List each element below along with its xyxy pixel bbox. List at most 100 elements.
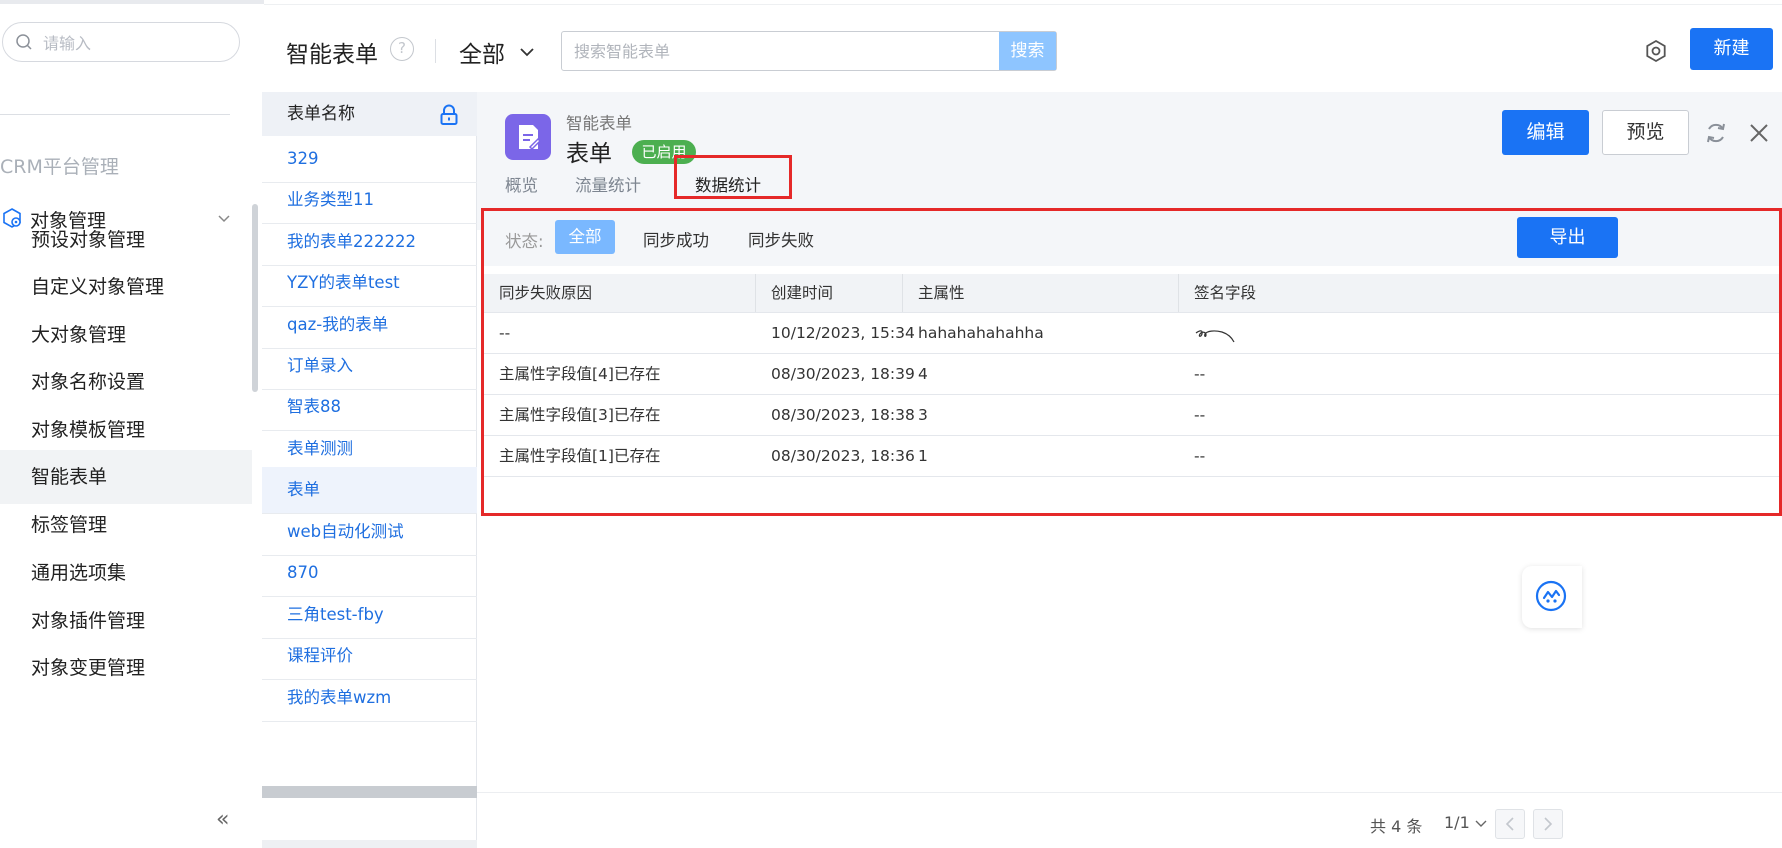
form-list-item[interactable]: 我的表单222222 [262, 219, 477, 266]
sidebar-item[interactable]: 大对象管理 [0, 308, 252, 362]
preview-button[interactable]: 预览 [1602, 110, 1689, 155]
form-list-footer [262, 840, 477, 848]
cell-main-attr: 4 [918, 365, 928, 383]
cell-main-attr: hahahahahahha [918, 324, 1044, 342]
help-icon[interactable]: ? [390, 37, 414, 61]
column-header[interactable]: 创建时间 [756, 274, 903, 312]
assistant-icon [1535, 580, 1567, 612]
pagination-total: 共 4 条 [1370, 817, 1423, 836]
search-icon [16, 34, 32, 50]
sidebar-item[interactable]: 对象名称设置 [0, 355, 252, 409]
table-row[interactable]: -- 10/12/2023, 15:34 hahahahahahha [484, 313, 1779, 354]
sidebar-divider [0, 114, 230, 115]
prev-page-button[interactable] [1495, 809, 1525, 839]
chevron-down-icon [520, 48, 534, 57]
refresh-icon[interactable] [1703, 120, 1729, 146]
scope-dropdown-value: 全部 [459, 42, 505, 68]
scope-dropdown[interactable]: 全部 [459, 35, 537, 69]
page-select[interactable]: 1/1 [1444, 813, 1488, 832]
cell-reason: 主属性字段值[1]已存在 [499, 447, 661, 465]
form-list-scrollbar[interactable] [262, 786, 477, 798]
form-list-item[interactable]: 表单测测 [262, 426, 477, 473]
assistant-float-button[interactable] [1522, 566, 1582, 628]
tab-traffic-stats[interactable]: 流量统计 [575, 172, 641, 208]
form-list-item[interactable]: web自动化测试 [262, 509, 477, 556]
status-filter-bar: 状态: 全部 同步成功 同步失败 导出 [484, 211, 1779, 266]
cell-signature: -- [1194, 447, 1206, 465]
cell-main-attr: 3 [918, 406, 928, 424]
cell-created: 10/12/2023, 15:34 [771, 324, 915, 342]
form-list-item[interactable]: 业务类型11 [262, 177, 477, 224]
sidebar: 请输入 CRM平台管理 对象管理 预设对象管理 自定义对象管理 大对象管理 对象… [0, 0, 264, 848]
table-row[interactable]: 主属性字段值[1]已存在 08/30/2023, 18:36 1 -- [484, 436, 1779, 477]
page-title: 智能表单 [286, 42, 378, 68]
chevron-down-icon [1475, 820, 1487, 827]
settings-icon[interactable] [1643, 38, 1669, 64]
cell-signature [1179, 313, 1779, 353]
sidebar-item[interactable]: 自定义对象管理 [0, 260, 252, 314]
sidebar-item[interactable]: 对象变更管理 [0, 641, 252, 695]
chevron-left-icon [1505, 817, 1514, 831]
collapse-sidebar-button[interactable]: « [216, 809, 236, 831]
tab-overview[interactable]: 概览 [505, 172, 538, 208]
form-list-item[interactable]: qaz-我的表单 [262, 302, 477, 349]
column-header[interactable]: 签名字段 [1179, 274, 1779, 312]
form-document-icon [505, 114, 551, 160]
sidebar-item[interactable]: 预设对象管理 [0, 213, 252, 267]
cell-created: 08/30/2023, 18:39 [771, 365, 915, 383]
sidebar-search-placeholder: 请输入 [43, 34, 92, 53]
sidebar-scrollbar[interactable] [252, 204, 258, 392]
form-list-item-active[interactable]: 表单 [262, 467, 477, 514]
cell-signature: -- [1194, 406, 1206, 424]
table-header-row: 同步失败原因 创建时间 主属性 签名字段 [484, 274, 1779, 313]
cell-main-attr: 1 [918, 447, 928, 465]
form-list-item[interactable]: 智表88 [262, 384, 477, 431]
form-name: 表单 [566, 141, 612, 167]
new-form-button[interactable]: 新建 [1690, 28, 1773, 70]
tab-highlight-box [674, 155, 792, 199]
search-button[interactable]: 搜索 [999, 32, 1056, 70]
form-type-label: 智能表单 [566, 114, 632, 133]
column-header[interactable]: 同步失败原因 [484, 274, 756, 312]
cell-reason: 主属性字段值[3]已存在 [499, 406, 661, 424]
sidebar-item[interactable]: 通用选项集 [0, 546, 252, 600]
sidebar-item-active[interactable]: 智能表单 [0, 450, 252, 504]
column-header[interactable]: 主属性 [903, 274, 1179, 312]
form-search-input[interactable] [562, 32, 999, 70]
cell-reason: 主属性字段值[4]已存在 [499, 365, 661, 383]
form-list-item[interactable]: 我的表单wzm [262, 675, 477, 722]
form-list-item[interactable]: YZY的表单test [262, 260, 477, 307]
lock-icon[interactable] [439, 104, 459, 126]
form-detail-panel: 智能表单 表单 已启用 编辑 预览 概览 流量统计 数据统计 状态: 全部 同步… [477, 92, 1782, 848]
close-icon[interactable] [1747, 121, 1771, 145]
export-button[interactable]: 导出 [1517, 217, 1618, 258]
header: 智能表单 ? 全部 搜索 新建 [264, 4, 1782, 92]
filter-all-button[interactable]: 全部 [555, 220, 615, 254]
next-page-button[interactable] [1533, 809, 1563, 839]
form-list-header: 表单名称 [262, 92, 477, 136]
form-list-item[interactable]: 课程评价 [262, 633, 477, 680]
status-filter-label: 状态: [505, 232, 544, 251]
sidebar-item[interactable]: 对象模板管理 [0, 403, 252, 457]
filter-fail-button[interactable]: 同步失败 [748, 227, 814, 251]
filter-success-button[interactable]: 同步成功 [643, 227, 709, 251]
form-list-item[interactable]: 三角test-fby [262, 592, 477, 639]
cell-reason: -- [499, 324, 511, 342]
app-root: 请输入 CRM平台管理 对象管理 预设对象管理 自定义对象管理 大对象管理 对象… [0, 0, 1782, 848]
sidebar-search-input[interactable]: 请输入 [2, 22, 240, 62]
form-list-item[interactable]: 订单录入 [262, 343, 477, 390]
signature-image[interactable] [1194, 324, 1238, 346]
cell-signature: -- [1194, 365, 1206, 383]
table-row[interactable]: 主属性字段值[4]已存在 08/30/2023, 18:39 4 -- [484, 354, 1779, 395]
data-table: 同步失败原因 创建时间 主属性 签名字段 -- 10/12/2023, 15:3… [484, 274, 1779, 477]
form-list-column-header: 表单名称 [287, 104, 355, 124]
data-stats-panel: 状态: 全部 同步成功 同步失败 导出 同步失败原因 创建时间 主属性 签名字段… [481, 208, 1782, 516]
sidebar-item[interactable]: 对象插件管理 [0, 594, 252, 648]
sidebar-item[interactable]: 标签管理 [0, 498, 252, 552]
cell-created: 08/30/2023, 18:38 [771, 406, 915, 424]
form-list-item[interactable]: 329 [262, 136, 477, 183]
edit-button[interactable]: 编辑 [1502, 110, 1589, 155]
table-row[interactable]: 主属性字段值[3]已存在 08/30/2023, 18:38 3 -- [484, 395, 1779, 436]
form-list-item[interactable]: 870 [262, 550, 477, 597]
form-list: 表单名称 329 业务类型11 我的表单222222 YZY的表单test qa… [262, 92, 477, 848]
